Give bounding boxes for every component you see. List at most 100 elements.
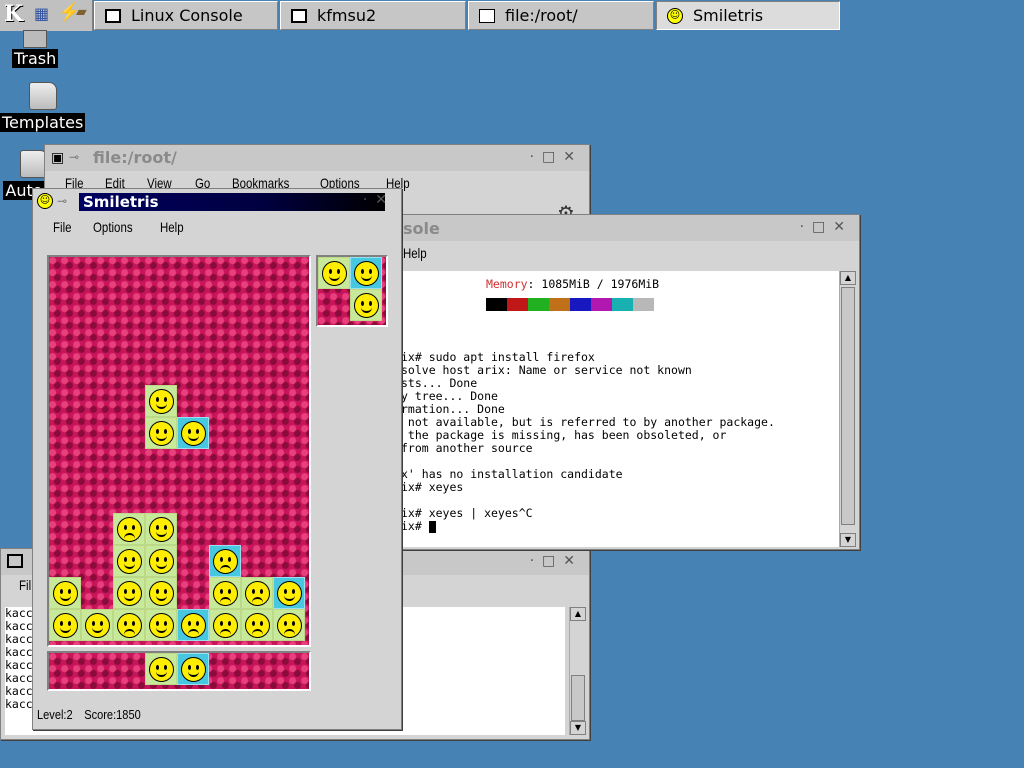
scroll-up-icon[interactable]: ▲ (570, 607, 586, 621)
console-icon (105, 8, 121, 23)
smiley-block (273, 577, 305, 609)
smiley-face-icon (181, 421, 206, 446)
task-file-root[interactable]: file:/root/ (468, 1, 654, 30)
scroll-thumb[interactable] (841, 287, 855, 525)
window-buttons[interactable]: ·□✕ (530, 553, 583, 569)
desktop-switch-icon[interactable]: ▦ (34, 4, 49, 23)
smiley-face-icon (213, 613, 238, 638)
window-buttons[interactable]: ·□✕ (800, 219, 853, 235)
menu-file[interactable]: Fil (19, 577, 31, 593)
smiley-block (145, 609, 177, 641)
scroll-down-icon[interactable]: ▼ (840, 533, 856, 547)
smiley-face-icon (117, 549, 142, 574)
color-swatch (633, 298, 654, 311)
color-swatch (591, 298, 612, 311)
pin-icon[interactable]: ⊸ (57, 194, 67, 208)
task-kfmsu2[interactable]: kfmsu2 (280, 1, 466, 30)
smiley-face-icon (245, 581, 270, 606)
smiley-block (113, 513, 145, 545)
window-buttons[interactable]: ·✕ (363, 192, 395, 208)
menubar: Help (393, 245, 859, 267)
color-swatch (528, 298, 549, 311)
console-line: ix# xeyes (401, 480, 464, 494)
memory-line: Memory: 1085MiB / 1976MiB (395, 278, 839, 291)
scrollbar[interactable]: ▲ ▼ (569, 607, 586, 735)
color-swatch (612, 298, 633, 311)
console-line: from another source (401, 441, 533, 455)
color-swatch (486, 298, 507, 311)
smiley-icon: ☺ (37, 193, 53, 209)
k-logo-icon: K (4, 1, 24, 27)
taskbar: K ▦ ⚡ ▰ Linux Console kfmsu2 file:/root/… (0, 0, 1024, 32)
smiley-block (209, 545, 241, 577)
folder-icon (28, 82, 57, 110)
smiley-face-icon (53, 581, 78, 606)
desktop-icon-label: Trash (12, 49, 59, 68)
console-line: ix# xeyes | xeyes^C (401, 506, 533, 520)
smiley-face-icon (85, 613, 110, 638)
task-label: kfmsu2 (317, 6, 377, 25)
console-terminal[interactable]: Memory: 1085MiB / 1976MiB ix# sudo apt i… (395, 271, 839, 547)
menu-file[interactable]: File (53, 219, 72, 235)
desktop-icon-trash[interactable]: Trash (12, 30, 59, 68)
smiley-block (273, 609, 305, 641)
window-buttons[interactable]: ·□✕ (530, 149, 583, 165)
smiley-face-icon (213, 581, 238, 606)
smiley-face-icon (277, 613, 302, 638)
task-label: Smiletris (693, 6, 764, 25)
smiley-face-icon (149, 389, 174, 414)
score-display: Score:1850 (84, 707, 141, 722)
scroll-up-icon[interactable]: ▲ (840, 271, 856, 285)
smiley-face-icon (322, 261, 347, 286)
scroll-thumb[interactable] (571, 675, 585, 721)
smiley-face-icon (53, 613, 78, 638)
folder-icon[interactable]: ▰ (76, 4, 87, 20)
window-title: Smiletris (79, 193, 385, 211)
pin-icon[interactable]: ⊸ (69, 150, 79, 164)
menu-help[interactable]: Help (403, 245, 427, 261)
console-icon (291, 8, 307, 23)
smiley-block (145, 417, 177, 449)
smiley-block (145, 385, 177, 417)
smiley-block (241, 577, 273, 609)
smiley-face-icon (354, 261, 379, 286)
smiley-block (318, 257, 350, 289)
menu-options[interactable]: Options (93, 219, 133, 235)
task-label: file:/root/ (505, 6, 578, 25)
smiley-face-icon (149, 581, 174, 606)
kde-menu-button[interactable]: K ▦ ⚡ ▰ (0, 0, 93, 31)
task-linux-console[interactable]: Linux Console (94, 1, 278, 30)
next-piece-preview (316, 255, 388, 327)
smiley-face-icon (149, 421, 174, 446)
smiley-block (145, 513, 177, 545)
smiley-block (113, 545, 145, 577)
smiley-block (145, 653, 177, 685)
smiley-face-icon (181, 613, 206, 638)
desktop-icon-templates[interactable]: Templates (0, 82, 86, 132)
task-label: Linux Console (131, 6, 243, 25)
smiley-block (177, 417, 209, 449)
smiletris-window: ☺ ⊸ Smiletris ·✕ File Options Help Level… (32, 188, 402, 730)
scroll-down-icon[interactable]: ▼ (570, 721, 586, 735)
menubar: File Options Help (33, 219, 401, 241)
task-smiletris[interactable]: ☺ Smiletris (656, 1, 840, 30)
color-swatch (549, 298, 570, 311)
smiley-face-icon (245, 613, 270, 638)
console-icon (7, 554, 23, 568)
smiley-block (350, 289, 382, 321)
scrollbar[interactable]: ▲ ▼ (839, 271, 856, 547)
smiley-face-icon (277, 581, 302, 606)
game-board[interactable] (47, 255, 311, 647)
smiley-block (209, 609, 241, 641)
window-title: sole (403, 219, 440, 238)
memory-label: Memory (486, 277, 528, 291)
smiley-block (241, 609, 273, 641)
color-palette (395, 298, 839, 311)
smiley-block (350, 257, 382, 289)
color-swatch (570, 298, 591, 311)
console-line: x' has no installation candidate (401, 467, 623, 481)
titlebar: ▣ ⊸ file:/root/ ·□✕ (45, 145, 589, 171)
menu-help[interactable]: Help (160, 219, 184, 235)
smiley-face-icon (117, 581, 142, 606)
cursor (428, 520, 436, 533)
